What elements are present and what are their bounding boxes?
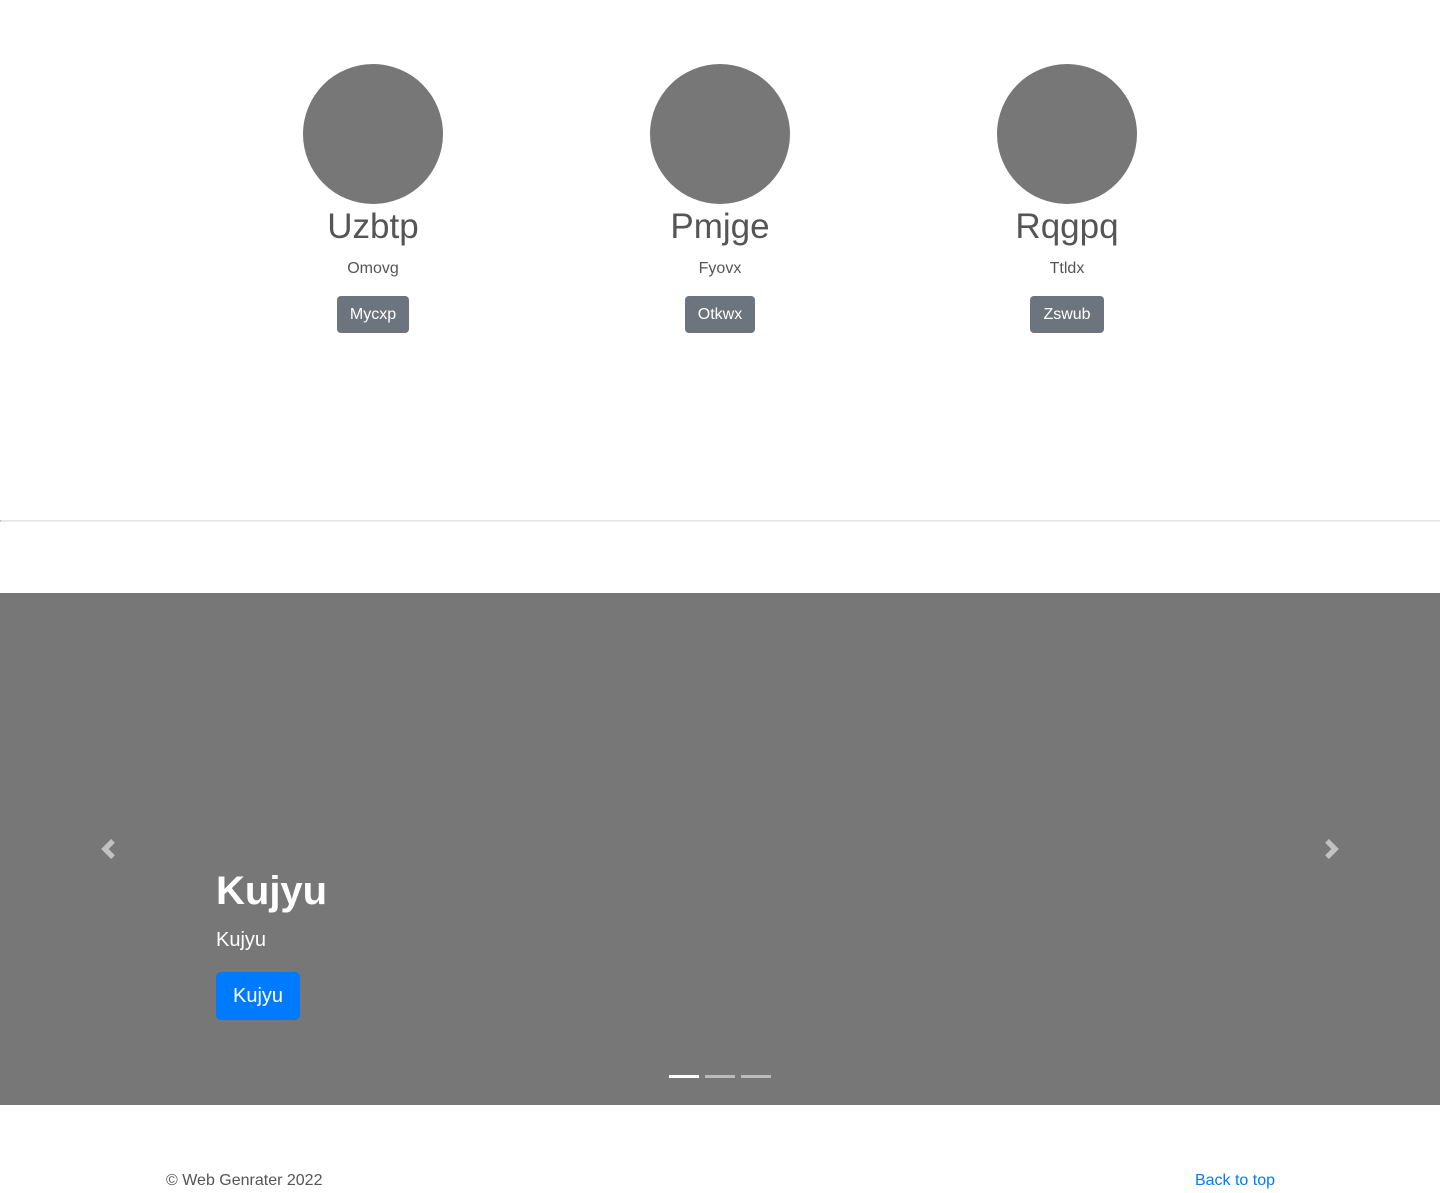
profile-card: Rqgpq Ttldx Zswub <box>917 64 1217 333</box>
carousel-prev-button[interactable] <box>0 593 216 1105</box>
carousel-indicator[interactable] <box>669 1075 699 1078</box>
profile-description: Ttldx <box>1049 260 1085 277</box>
chevron-left-icon <box>101 839 115 859</box>
carousel-caption: Kujyu Kujyu Kujyu <box>216 863 327 1020</box>
profile-name: Rqgpq <box>1015 207 1119 246</box>
page: Uzbtp Omovg Mycxp Pmjge Fyovx Otkwx Rqgp… <box>0 0 1440 1193</box>
profile-card: Uzbtp Omovg Mycxp <box>223 64 523 333</box>
carousel-indicators <box>0 1075 1440 1081</box>
profile-button[interactable]: Zswub <box>1030 296 1104 333</box>
carousel-text: Kujyu <box>216 929 267 951</box>
avatar <box>650 64 790 204</box>
carousel-indicator[interactable] <box>705 1075 735 1078</box>
profile-description: Fyovx <box>698 260 742 277</box>
profile-name: Uzbtp <box>327 207 419 246</box>
profile-button[interactable]: Mycxp <box>336 296 410 333</box>
profiles-section: Uzbtp Omovg Mycxp Pmjge Fyovx Otkwx Rqgp… <box>0 64 1440 334</box>
carousel-next-button[interactable] <box>1224 593 1440 1105</box>
avatar <box>997 64 1137 204</box>
avatar <box>303 64 443 204</box>
footer: © Web Genrater 2022 Back to top <box>166 1166 1275 1193</box>
chevron-right-icon <box>1325 839 1339 859</box>
section-divider <box>0 520 1440 522</box>
footer-copyright: © Web Genrater 2022 <box>166 1172 323 1189</box>
profile-description: Omovg <box>347 260 399 277</box>
profile-card: Pmjge Fyovx Otkwx <box>570 64 870 333</box>
carousel-title: Kujyu <box>216 869 328 913</box>
profile-button[interactable]: Otkwx <box>684 296 756 333</box>
carousel: Kujyu Kujyu Kujyu <box>0 593 1440 1105</box>
profile-name: Pmjge <box>670 207 770 246</box>
back-to-top-link[interactable]: Back to top <box>1195 1170 1275 1192</box>
carousel-button[interactable]: Kujyu <box>216 972 301 1020</box>
carousel-indicator[interactable] <box>741 1075 771 1078</box>
